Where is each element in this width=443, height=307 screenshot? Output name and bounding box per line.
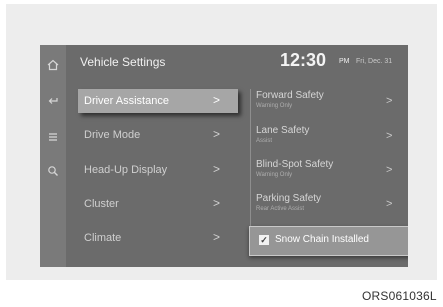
chevron-right-icon: >: [213, 162, 221, 176]
menu-item-label: Driver Assistance: [84, 95, 169, 107]
option-name: Lane Safety: [256, 125, 310, 136]
chevron-right-icon: >: [213, 196, 221, 210]
snow-chain-toggle[interactable]: ✓ Snow Chain Installed: [249, 226, 408, 256]
option-value: Rear Active Assist: [256, 206, 305, 212]
chevron-right-icon: >: [386, 95, 393, 107]
back-icon[interactable]: [40, 95, 66, 110]
clock-ampm: PM: [339, 58, 350, 65]
option-name: Forward Safety: [256, 90, 324, 101]
option-value: Assist: [256, 138, 273, 144]
menu-item-label: Head-Up Display: [84, 164, 168, 176]
option-value: Warning Only: [256, 172, 293, 178]
menu-icon[interactable]: [40, 131, 66, 146]
search-icon[interactable]: [40, 165, 66, 180]
chevron-right-icon: >: [213, 230, 221, 244]
snow-chain-label: Snow Chain Installed: [275, 234, 369, 245]
clock-time: 12:30: [280, 50, 327, 70]
infotainment-screen: Vehicle Settings 12:30 PM Fri, Dec. 31 D…: [40, 45, 408, 267]
chevron-right-icon: >: [386, 198, 393, 210]
option-name: Parking Safety: [256, 193, 322, 204]
side-rail: [40, 45, 66, 267]
chevron-right-icon: >: [213, 127, 221, 141]
figure-caption: ORS061036L: [362, 289, 437, 303]
option-value: Warning Only: [256, 103, 293, 109]
menu-item-drive-mode[interactable]: Drive Mode >: [78, 123, 238, 147]
option-blind-spot-safety[interactable]: Blind-Spot Safety Warning Only >: [256, 157, 404, 187]
page-title: Vehicle Settings: [80, 55, 166, 69]
option-name: Blind-Spot Safety: [256, 159, 334, 170]
option-forward-safety[interactable]: Forward Safety Warning Only >: [256, 88, 404, 118]
chevron-right-icon: >: [386, 164, 393, 176]
column-divider: [250, 89, 251, 239]
menu-item-driver-assistance[interactable]: Driver Assistance >: [78, 89, 238, 113]
chevron-right-icon: >: [213, 93, 221, 107]
clock-date: Fri, Dec. 31: [356, 58, 393, 65]
menu-item-label: Drive Mode: [84, 129, 141, 141]
chevron-right-icon: >: [386, 130, 393, 142]
option-lane-safety[interactable]: Lane Safety Assist >: [256, 123, 404, 153]
option-parking-safety[interactable]: Parking Safety Rear Active Assist >: [256, 191, 404, 221]
menu-item-head-up-display[interactable]: Head-Up Display >: [78, 158, 238, 182]
menu-item-cluster[interactable]: Cluster >: [78, 192, 238, 216]
menu-item-label: Climate: [84, 232, 122, 244]
menu-item-label: Cluster: [84, 198, 119, 210]
menu-item-climate[interactable]: Climate >: [78, 226, 238, 250]
checkbox-checked-icon[interactable]: ✓: [259, 235, 269, 245]
home-icon[interactable]: [40, 59, 66, 74]
